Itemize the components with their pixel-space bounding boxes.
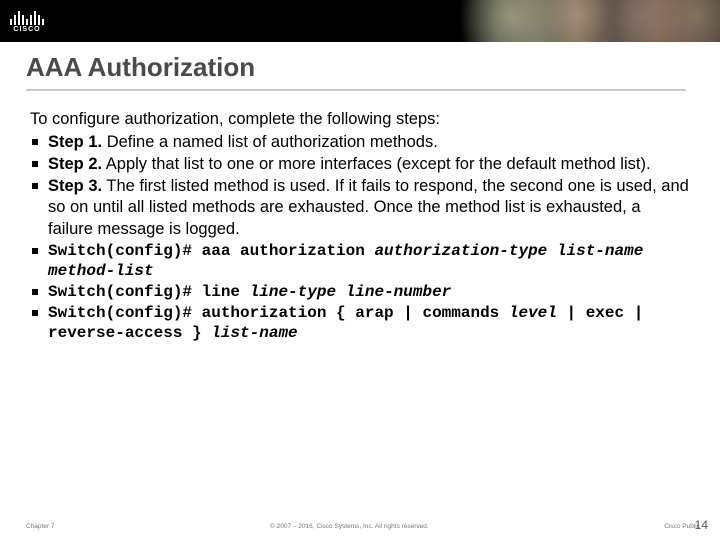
header-photo [460, 0, 720, 42]
cisco-logo-text: CISCO [13, 26, 40, 33]
cmd-italic: level [509, 304, 557, 322]
step-label: Step 1. [48, 133, 102, 151]
steps-list: Step 1. Define a named list of authoriza… [30, 132, 690, 240]
list-item: Switch(config)# aaa authorization author… [30, 241, 690, 281]
cmd-prefix: Switch(config)# line [48, 283, 250, 301]
footer-chapter: Chapter 7 [26, 523, 55, 530]
header-bar: CISCO [0, 0, 720, 42]
list-item: Switch(config)# line line-type line-numb… [30, 282, 690, 302]
step-text: The first listed method is used. If it f… [48, 177, 689, 237]
step-text: Apply that list to one or more interface… [102, 155, 650, 173]
step-label: Step 3. [48, 177, 102, 195]
list-item: Step 1. Define a named list of authoriza… [30, 132, 690, 153]
list-item: Switch(config)# authorization { arap | c… [30, 303, 690, 343]
list-item: Step 3. The first listed method is used.… [30, 176, 690, 239]
commands-list: Switch(config)# aaa authorization author… [30, 241, 690, 343]
page-number: 14 [695, 518, 708, 532]
cmd-prefix: Switch(config)# authorization { arap | c… [48, 304, 509, 322]
intro-text: To configure authorization, complete the… [30, 109, 690, 130]
footer-copyright: © 2007 – 2016, Cisco Systems, Inc. All r… [55, 523, 645, 530]
step-label: Step 2. [48, 155, 102, 173]
cmd-prefix: Switch(config)# aaa authorization [48, 242, 374, 260]
step-text: Define a named list of authorization met… [102, 133, 438, 151]
cisco-logo: CISCO [10, 9, 44, 33]
cmd-italic: list-name [211, 324, 297, 342]
cisco-logo-bars [10, 9, 44, 25]
list-item: Step 2. Apply that list to one or more i… [30, 154, 690, 175]
slide-content: To configure authorization, complete the… [30, 109, 690, 343]
footer: Chapter 7 © 2007 – 2016, Cisco Systems, … [0, 523, 720, 530]
cmd-italic: line-type line-number [250, 283, 452, 301]
slide-title: AAA Authorization [26, 52, 686, 91]
